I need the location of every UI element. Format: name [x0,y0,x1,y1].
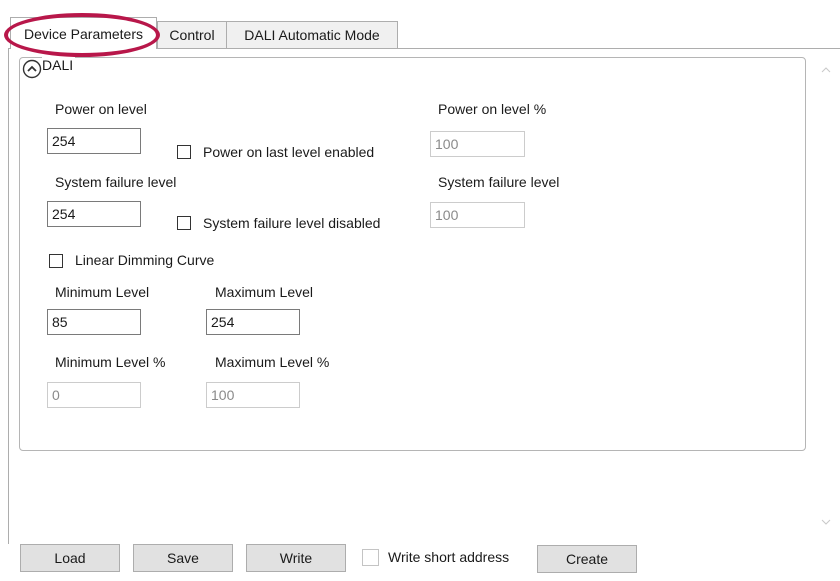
system-failure-level-pct-input [430,202,525,228]
chevron-up-circle-icon [22,59,42,79]
tab-label: Device Parameters [23,25,144,42]
tab-label: Control [169,27,215,43]
vertical-scrollbar[interactable] [812,55,840,537]
write-button-label: Write [279,550,313,566]
tab-label: DALI Automatic Mode [244,27,380,43]
minimum-level-label: Minimum Level [55,284,150,300]
power-on-level-pct-input [430,131,525,157]
save-button[interactable]: Save [133,544,233,572]
write-short-address-checkbox[interactable] [362,549,379,566]
power-on-level-input[interactable] [47,128,141,154]
power-on-level-label: Power on level [55,101,147,117]
linear-dimming-curve-label: Linear Dimming Curve [75,252,215,268]
system-failure-level-disabled-label: System failure level disabled [203,215,381,231]
power-on-level-pct-label: Power on level % [438,101,547,117]
tab-dali-automatic-mode[interactable]: DALI Automatic Mode [226,21,398,48]
scroll-up-arrow-icon[interactable] [821,66,831,74]
maximum-level-pct-label: Maximum Level % [215,354,330,370]
tab-control[interactable]: Control [157,21,227,48]
save-button-label: Save [167,550,199,566]
system-failure-level-pct-label: System failure level [438,174,560,190]
load-button[interactable]: Load [20,544,120,572]
write-button[interactable]: Write [246,544,346,572]
power-on-last-level-checkbox[interactable] [177,145,191,159]
maximum-level-input[interactable] [206,309,300,335]
system-failure-level-input[interactable] [47,201,141,227]
tab-device-parameters[interactable]: Device Parameters [10,17,157,49]
system-failure-level-disabled-checkbox[interactable] [177,216,191,230]
scroll-down-arrow-icon[interactable] [821,518,831,526]
minimum-level-pct-label: Minimum Level % [55,354,166,370]
collapse-toggle[interactable] [22,59,42,79]
group-title: DALI [42,57,76,73]
create-button[interactable]: Create [537,545,637,573]
minimum-level-input[interactable] [47,309,141,335]
create-button-label: Create [565,551,609,567]
linear-dimming-curve-checkbox[interactable] [49,254,63,268]
power-on-last-level-label: Power on last level enabled [203,144,375,160]
maximum-level-pct-input [206,382,300,408]
maximum-level-label: Maximum Level [215,284,314,300]
write-short-address-label: Write short address [388,549,510,565]
system-failure-level-label: System failure level [55,174,177,190]
minimum-level-pct-input [47,382,141,408]
load-button-label: Load [54,550,86,566]
